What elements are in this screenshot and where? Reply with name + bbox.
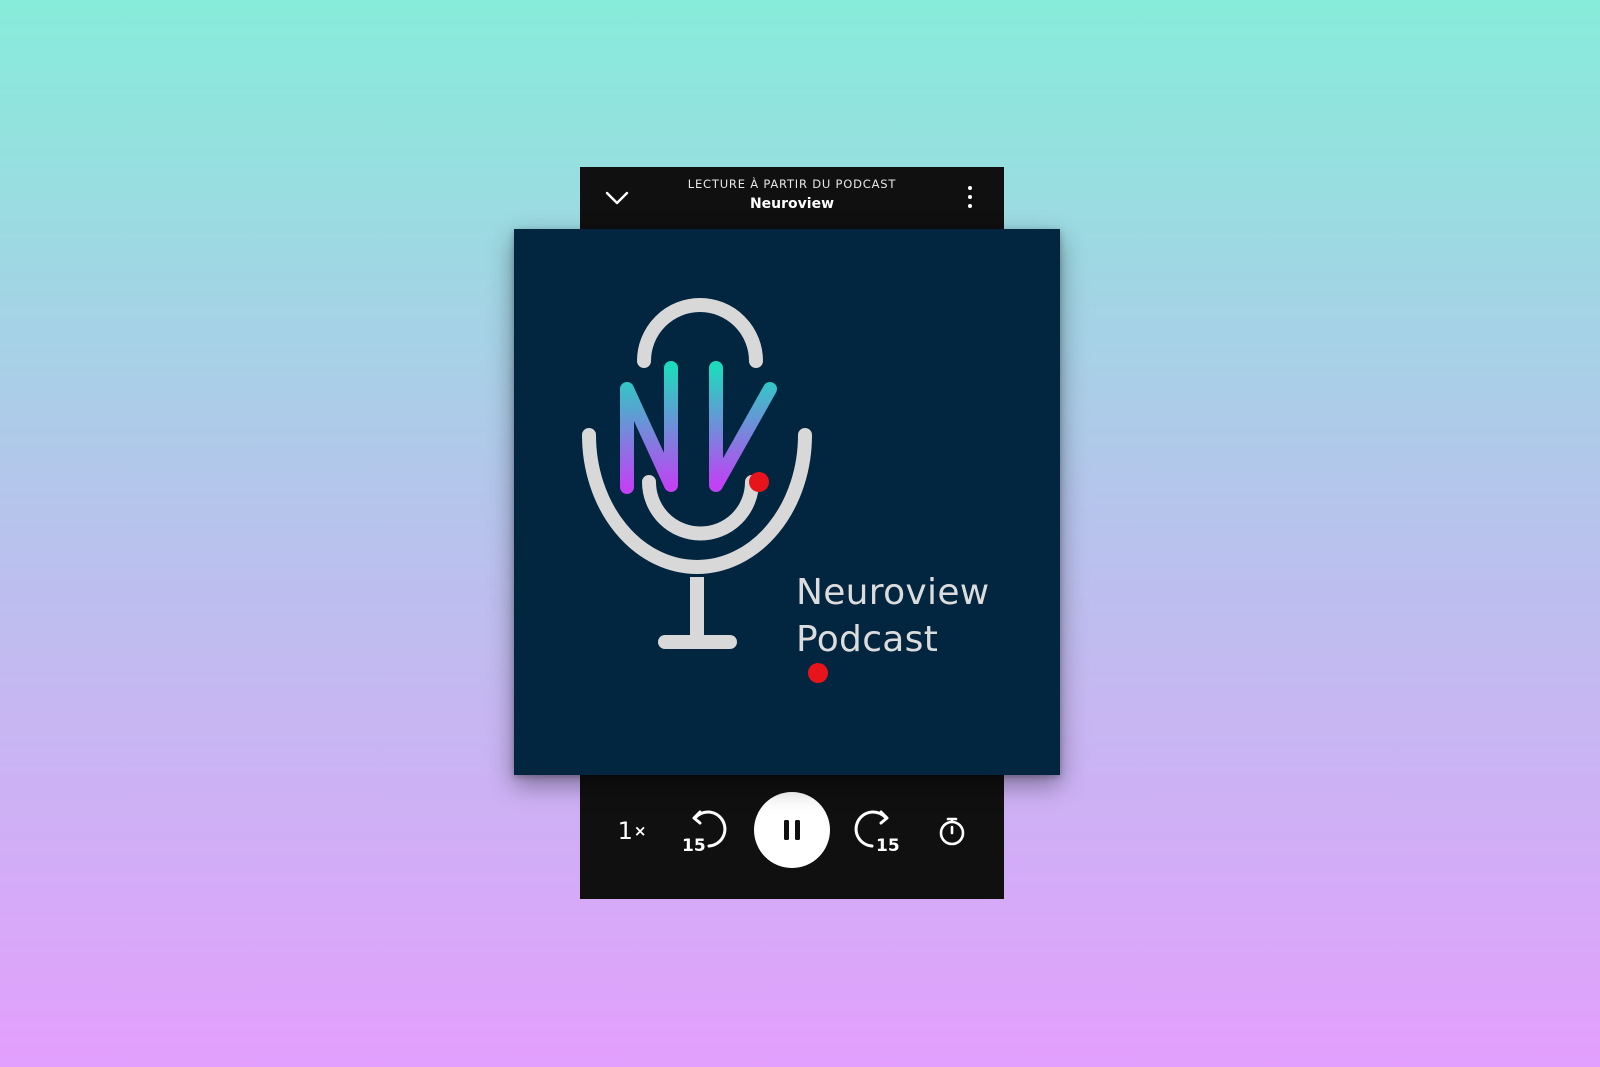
- playback-speed-button[interactable]: 1 ×: [606, 805, 658, 857]
- cover-title-line2: Podcast: [796, 616, 990, 683]
- player-header: LECTURE À PARTIR DU PODCAST Neuroview: [580, 167, 1004, 229]
- forward-seconds: 15: [876, 836, 900, 856]
- microphone-logo-icon: [582, 298, 812, 649]
- cover-title-line1: Neuroview: [796, 572, 990, 613]
- context-title[interactable]: Neuroview: [640, 196, 944, 212]
- more-vertical-icon: [968, 186, 972, 208]
- speed-value: 1: [617, 817, 633, 845]
- sleep-timer-button[interactable]: [926, 805, 978, 857]
- pause-button[interactable]: [754, 792, 830, 868]
- rewind-15-button[interactable]: 15: [679, 805, 731, 857]
- pause-icon: [784, 820, 800, 840]
- more-options-button[interactable]: [960, 182, 980, 212]
- stopwatch-icon: [939, 817, 965, 846]
- podcast-cover-art: Neuroview Podcast: [514, 229, 1060, 775]
- speed-suffix: ×: [633, 822, 647, 840]
- cover-title: Neuroview Podcast: [796, 569, 990, 683]
- collapse-button[interactable]: [602, 183, 632, 213]
- cover-title-line2-text: Podcast: [796, 619, 939, 660]
- record-dot-icon: [808, 663, 828, 683]
- forward-15-button[interactable]: 15: [850, 805, 902, 857]
- playback-controls: 1 × 15 15: [580, 769, 1004, 899]
- forward-15-icon: 15: [854, 810, 900, 856]
- context-subtitle: LECTURE À PARTIR DU PODCAST: [687, 177, 897, 191]
- now-playing-context: LECTURE À PARTIR DU PODCAST Neuroview: [640, 177, 944, 212]
- rewind-15-icon: 15: [682, 810, 727, 856]
- chevron-down-icon: [605, 191, 629, 205]
- rewind-seconds: 15: [682, 836, 706, 856]
